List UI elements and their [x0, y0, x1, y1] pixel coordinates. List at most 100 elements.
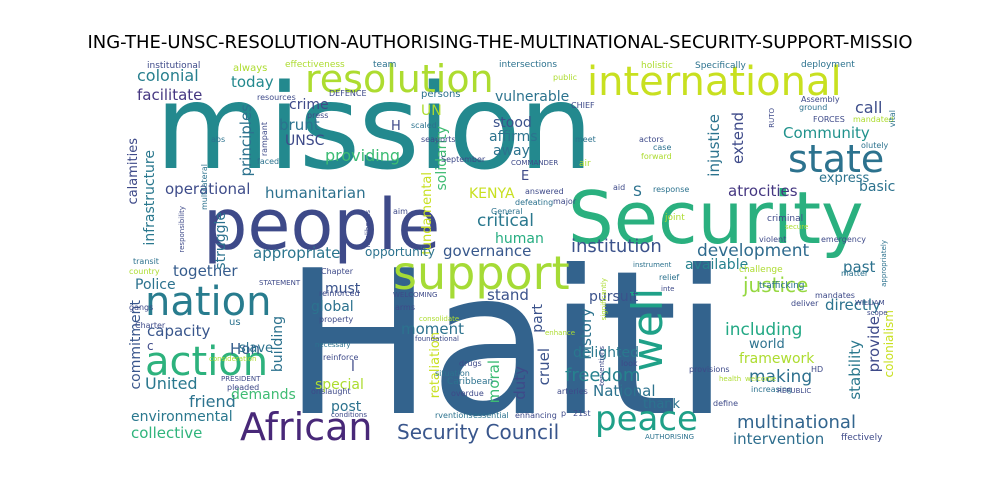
word-infrastructure: infrastructure — [142, 150, 158, 246]
word-institution: institution — [571, 236, 662, 257]
word-persons: persons — [421, 89, 461, 100]
word-unsc: UNSC — [285, 133, 325, 149]
word-effectiveness: effectiveness — [285, 60, 345, 70]
word-ruto: RUTO — [768, 108, 776, 128]
word-injustice: injustice — [705, 114, 723, 177]
word-instrument: instrument — [633, 261, 672, 269]
word-property: property — [319, 315, 354, 324]
word-consolidate: consolidate — [419, 315, 460, 323]
word-atrocities: atrocities — [728, 182, 798, 200]
word-commitment: commitment — [128, 300, 144, 390]
word-foundational: foundational — [415, 335, 459, 343]
word-violent: violent — [759, 235, 787, 244]
word-emergency: emergency — [821, 235, 866, 244]
word-significantly: significantly — [600, 278, 608, 321]
word-provide: provide — [865, 316, 883, 373]
word-aim: aim — [393, 207, 408, 216]
word-police: Police — [135, 277, 176, 293]
word-extend: extend — [729, 112, 747, 164]
word-part: part — [530, 304, 546, 333]
word-providing: providing — [325, 146, 400, 165]
word-l: l — [351, 359, 355, 375]
word-caribbean: Caribbean — [447, 377, 494, 387]
word-country: country — [129, 267, 160, 276]
word-arteries: arteries — [557, 387, 588, 396]
word-humanitarian: humanitarian — [265, 184, 366, 202]
word-air: air — [579, 159, 591, 169]
word-look: look — [621, 359, 638, 368]
word-general: General — [491, 207, 523, 216]
word-olutely: olutely — [861, 141, 889, 150]
word-framework: framework — [739, 351, 815, 367]
word-deliver: deliver — [791, 299, 819, 308]
word-environmental: environmental — [131, 409, 233, 425]
word-gangs: gangs — [129, 303, 154, 312]
word-deployment: deployment — [801, 60, 855, 70]
word-us: us — [229, 317, 241, 328]
word-public: public — [553, 73, 578, 82]
word-cloud: mission Haiti Security people support in… — [125, 60, 900, 445]
word-chief: CHIEF — [571, 101, 595, 110]
word-fundamental: fundamental — [420, 172, 435, 255]
word-responsibility: responsibility — [178, 206, 186, 253]
word-scaled: scaled — [411, 121, 437, 130]
word-aid: aid — [613, 183, 626, 192]
word-call: call — [855, 98, 883, 117]
word-press: press — [307, 111, 329, 120]
word-rampant: rampant — [260, 122, 269, 157]
word-vital: vital — [888, 110, 897, 128]
word-ffectively: ffectively — [841, 433, 883, 443]
word-livelihoods: livelihoods — [364, 210, 372, 248]
word-brunt: brunt — [279, 116, 320, 134]
word-specifically: Specifically — [695, 61, 746, 71]
word-s: S — [633, 184, 642, 200]
word-today: today — [231, 73, 274, 91]
word-always: always — [233, 63, 268, 74]
word-faced: faced — [257, 157, 280, 166]
word-forward: forward — [641, 152, 672, 161]
word-principles: principles — [237, 104, 255, 177]
word-essential: essential — [473, 411, 509, 420]
word-collective: collective — [131, 424, 203, 442]
word-reinforced: reinforced — [319, 289, 360, 298]
word-facilitate: facilitate — [137, 86, 203, 104]
word-drugs: drugs — [459, 359, 482, 368]
word-defeating: defeating — [515, 198, 554, 207]
word-health: health — [719, 375, 742, 383]
word-mandates: mandates — [815, 291, 855, 300]
word-cruel: cruel — [535, 348, 553, 386]
word-community: Community — [783, 124, 870, 142]
word-charter: Charter — [135, 321, 166, 330]
word-duty: duty — [511, 366, 529, 400]
word-united: United — [145, 374, 198, 393]
word-delighted: delighted — [573, 345, 640, 361]
word-abs: abs — [211, 135, 226, 144]
word-scope: scope — [867, 309, 888, 317]
word-forces: FORCES — [813, 115, 845, 124]
word-william: WILLIAM — [855, 299, 885, 307]
word-actors: actors — [639, 135, 664, 144]
word-provisions: provisions — [689, 365, 730, 374]
word-c: c — [147, 339, 154, 353]
word-appropriate: appropriate — [253, 244, 341, 262]
word-appropriately: appropriately — [880, 240, 888, 287]
word-terventions: terventions — [598, 346, 606, 386]
word-pursuit: pursuit — [589, 289, 639, 305]
word-welcome: welcome — [745, 375, 777, 383]
word-reinforce: reinforce — [323, 353, 359, 362]
word-holistic: holistic — [641, 61, 673, 71]
word-world: world — [749, 337, 785, 352]
word-chapter: Chapter — [321, 267, 353, 276]
word-statement: STATEMENT — [259, 279, 301, 287]
page-title: ING-THE-UNSC-RESOLUTION-AUTHORISING-THE-… — [87, 32, 913, 53]
word-arms: arms — [395, 303, 416, 312]
word-authorising: AUTHORISING — [645, 433, 695, 441]
word-seaports: seaports — [421, 135, 456, 144]
word-multilateral: multilateral — [200, 164, 209, 211]
word-commander: COMMANDER — [511, 159, 559, 167]
word-p: p — [561, 409, 567, 418]
word-basic: basic — [859, 179, 896, 195]
word-affirms: affirms — [489, 129, 538, 145]
word-enhance: enhance — [545, 329, 576, 337]
word-inte: inte — [661, 285, 675, 293]
